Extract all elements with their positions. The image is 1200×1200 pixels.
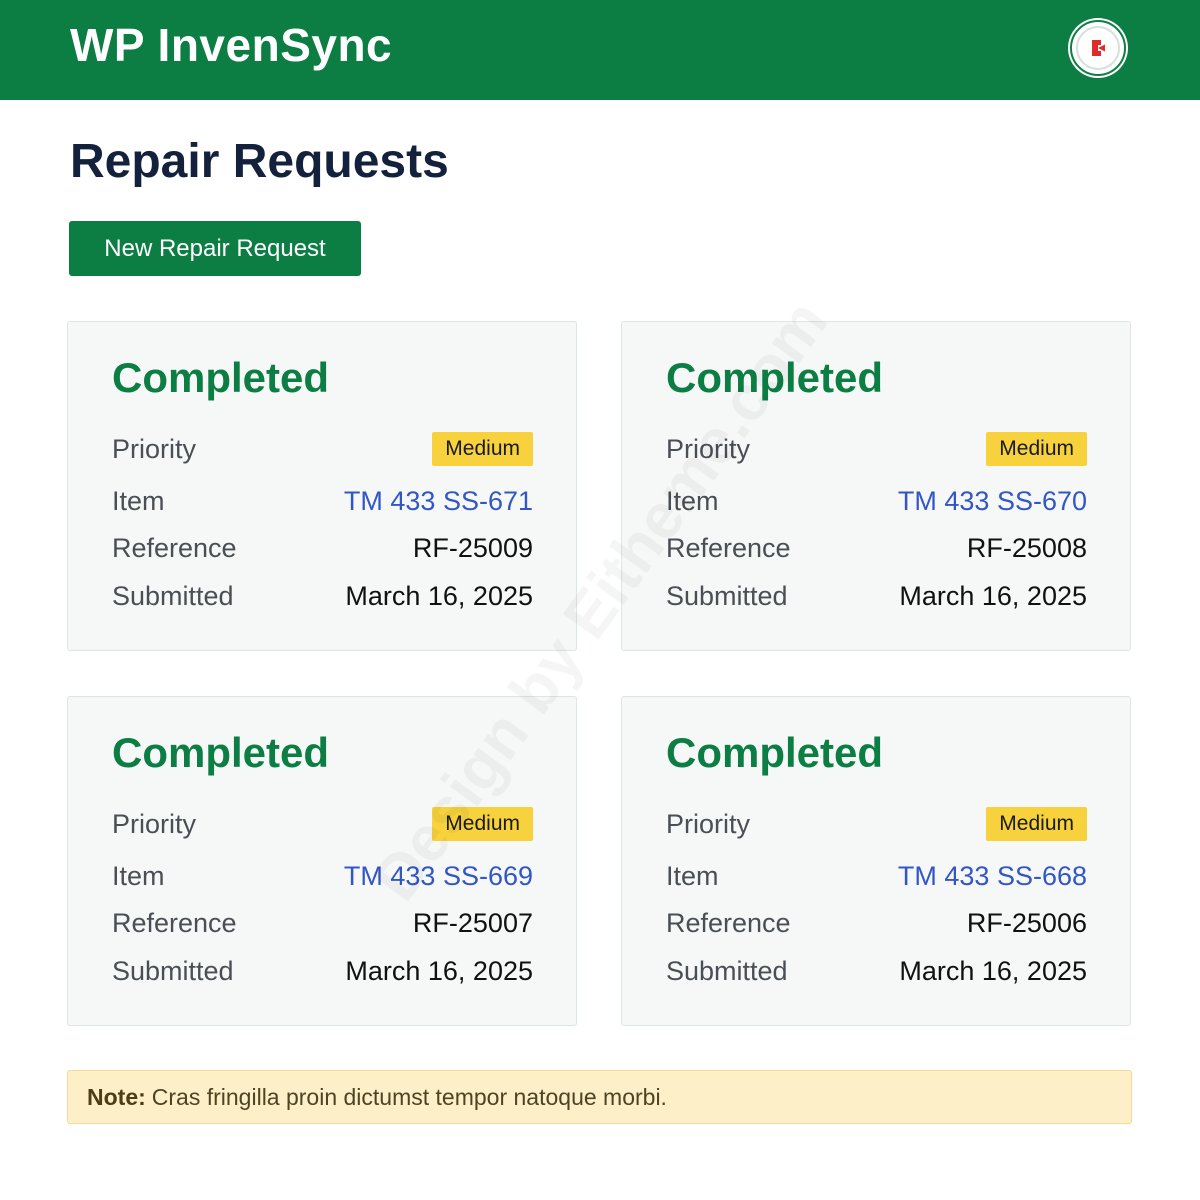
submitted-value: March 16, 2025	[345, 955, 533, 986]
reference-value: RF-25007	[412, 907, 533, 938]
priority-label: Priority	[666, 433, 751, 464]
priority-row: Priority Medium	[112, 431, 533, 467]
priority-row: Priority Medium	[112, 806, 533, 842]
repair-request-card[interactable]: Completed Priority Medium Item TM 433 SS…	[67, 696, 577, 1026]
item-link[interactable]: TM 433 SS-671	[344, 486, 533, 517]
item-row: Item TM 433 SS-668	[666, 858, 1087, 894]
reference-row: Reference RF-25006	[666, 905, 1087, 941]
priority-label: Priority	[666, 808, 751, 839]
submitted-label: Submitted	[112, 955, 234, 986]
avatar-ring	[1076, 26, 1120, 70]
logout-icon	[1092, 40, 1105, 56]
priority-badge: Medium	[986, 432, 1087, 466]
submitted-row: Submitted March 16, 2025	[112, 953, 533, 989]
note-text: Cras fringilla proin dictumst tempor nat…	[151, 1083, 667, 1110]
item-label: Item	[112, 860, 165, 891]
submitted-label: Submitted	[666, 955, 788, 986]
submitted-row: Submitted March 16, 2025	[112, 578, 533, 614]
reference-value: RF-25006	[966, 907, 1087, 938]
item-label: Item	[112, 485, 165, 516]
reference-label: Reference	[112, 532, 237, 563]
status-title: Completed	[666, 354, 884, 401]
submitted-label: Submitted	[666, 580, 788, 611]
reference-row: Reference RF-25008	[666, 530, 1087, 566]
note-banner: Note: Cras fringilla proin dictumst temp…	[67, 1070, 1132, 1124]
note-label: Note:	[87, 1083, 146, 1110]
reference-row: Reference RF-25007	[112, 905, 533, 941]
submitted-value: March 16, 2025	[899, 580, 1087, 611]
submitted-value: March 16, 2025	[899, 955, 1087, 986]
status-title: Completed	[112, 354, 330, 401]
top-bar: WP InvenSync	[0, 0, 1200, 100]
item-link[interactable]: TM 433 SS-670	[898, 486, 1087, 517]
reference-value: RF-25009	[412, 532, 533, 563]
status-title: Completed	[112, 729, 330, 776]
reference-label: Reference	[112, 907, 237, 938]
priority-label: Priority	[112, 808, 197, 839]
priority-label: Priority	[112, 433, 197, 464]
item-link[interactable]: TM 433 SS-669	[344, 861, 533, 892]
priority-row: Priority Medium	[666, 806, 1087, 842]
item-row: Item TM 433 SS-671	[112, 483, 533, 519]
app-title: WP InvenSync	[70, 19, 393, 71]
item-label: Item	[666, 485, 719, 516]
item-link[interactable]: TM 433 SS-668	[898, 861, 1087, 892]
repair-request-card[interactable]: Completed Priority Medium Item TM 433 SS…	[67, 321, 577, 651]
user-avatar-button[interactable]	[1070, 20, 1126, 76]
submitted-value: March 16, 2025	[345, 580, 533, 611]
page-title: Repair Requests	[70, 135, 449, 188]
reference-row: Reference RF-25009	[112, 530, 533, 566]
submitted-row: Submitted March 16, 2025	[666, 578, 1087, 614]
item-label: Item	[666, 860, 719, 891]
reference-label: Reference	[666, 907, 791, 938]
priority-badge: Medium	[432, 432, 533, 466]
submitted-row: Submitted March 16, 2025	[666, 953, 1087, 989]
priority-badge: Medium	[986, 807, 1087, 841]
repair-request-card[interactable]: Completed Priority Medium Item TM 433 SS…	[621, 696, 1131, 1026]
item-row: Item TM 433 SS-669	[112, 858, 533, 894]
reference-value: RF-25008	[966, 532, 1087, 563]
submitted-label: Submitted	[112, 580, 234, 611]
reference-label: Reference	[666, 532, 791, 563]
new-repair-request-button[interactable]: New Repair Request	[69, 221, 361, 276]
item-row: Item TM 433 SS-670	[666, 483, 1087, 519]
priority-row: Priority Medium	[666, 431, 1087, 467]
status-title: Completed	[666, 729, 884, 776]
repair-request-card[interactable]: Completed Priority Medium Item TM 433 SS…	[621, 321, 1131, 651]
priority-badge: Medium	[432, 807, 533, 841]
